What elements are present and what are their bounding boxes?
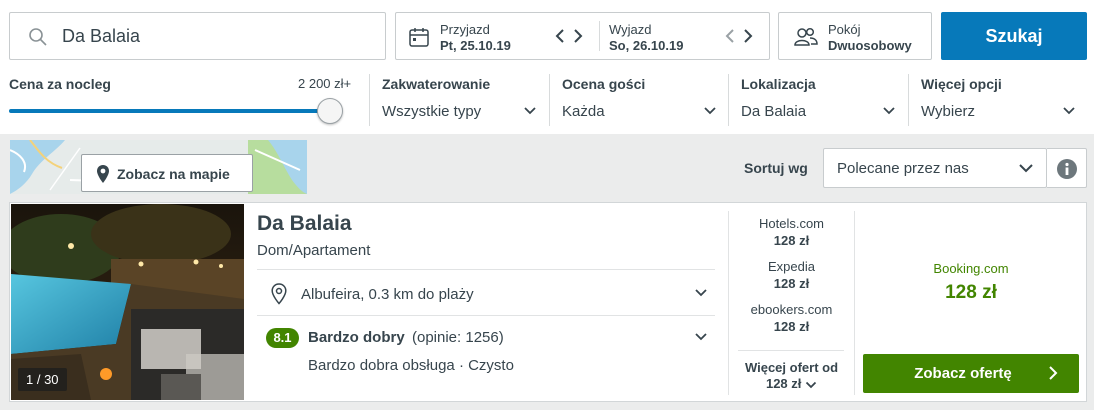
hotel-photo[interactable]: 1 / 30 [11, 204, 244, 400]
chevron-left-icon[interactable] [552, 27, 568, 45]
room-value: Dwuosobowy [828, 38, 912, 53]
hotel-location: Albufeira, 0.3 km do plaży [301, 286, 474, 303]
checkin-label: Przyjazd [440, 22, 490, 37]
divider [738, 350, 844, 351]
deal-price: 128 zł [773, 319, 810, 334]
view-on-map-button[interactable]: Zobacz na mapie [81, 154, 253, 192]
search-button[interactable]: Szukaj [941, 12, 1087, 60]
search-bar: Da Balaia Przyjazd Pt, 25.10.19 Wyjazd S… [0, 0, 1094, 70]
deal-price: 128 zł [773, 276, 810, 291]
chevron-down-icon [1018, 163, 1034, 173]
filter-value: Wszystkie typy [382, 103, 482, 120]
chevron-down-icon [523, 106, 537, 116]
chevron-down-icon [703, 106, 717, 116]
best-deal-provider: Booking.com [933, 261, 1009, 276]
location-pin-icon [271, 283, 287, 305]
price-filter-title: Cena za nocleg [9, 76, 111, 92]
deal-row[interactable]: ebookers.com 128 zł [729, 302, 854, 334]
chevron-right-icon [1047, 365, 1059, 381]
results-area: Zobacz na mapie Sortuj wg Polecane przez… [0, 134, 1094, 410]
filters-bar: Cena za nocleg 2 200 zł+ Zakwaterowanie … [0, 70, 1094, 134]
chevron-right-icon[interactable] [570, 27, 586, 45]
room-label: Pokój [828, 22, 861, 37]
checkout-date[interactable]: So, 26.10.19 [609, 38, 683, 53]
room-selector[interactable]: Pokój Dwuosobowy [778, 12, 932, 60]
filter-more-options[interactable]: Więcej opcji Wybierz [908, 74, 1088, 126]
date-divider [599, 21, 600, 51]
chevron-down-icon [805, 381, 817, 389]
deal-row[interactable]: Expedia 128 zł [729, 259, 854, 291]
hotel-card[interactable]: 1 / 30 Da Balaia Dom/Apartament Albufeir… [9, 202, 1087, 402]
chevron-down-icon [882, 106, 896, 116]
price-slider-track[interactable] [9, 109, 339, 113]
hotel-name[interactable]: Da Balaia [257, 212, 352, 236]
calendar-icon [408, 26, 430, 48]
chevron-left-icon[interactable] [722, 27, 738, 45]
view-deal-label: Zobacz ofertę [914, 365, 1012, 382]
rating-score-badge: 8.1 [266, 328, 299, 348]
more-offers-label: Więcej ofert od [744, 360, 839, 375]
filter-title: Zakwaterowanie [382, 76, 491, 92]
deal-provider: Expedia [768, 259, 815, 274]
sort-value: Polecane przez nas [837, 160, 969, 177]
filter-title: Ocena gości [562, 76, 646, 92]
deal-provider: Hotels.com [758, 216, 825, 231]
sort-label: Sortuj wg [744, 160, 808, 176]
map-pin-icon [96, 164, 110, 184]
more-offers-link[interactable]: Więcej ofert od 128 zł [729, 360, 854, 392]
filter-title: Lokalizacja [741, 76, 816, 92]
photo-counter: 1 / 30 [18, 368, 67, 391]
info-icon [1057, 159, 1077, 179]
rating-highlights: Bardzo dobra obsługa · Czysto [308, 357, 514, 374]
view-deal-button[interactable]: Zobacz ofertę [863, 354, 1079, 393]
price-slider-handle[interactable] [317, 98, 343, 124]
map-preview[interactable]: Zobacz na mapie [10, 140, 307, 194]
chevron-right-icon[interactable] [740, 27, 756, 45]
checkout-label: Wyjazd [609, 22, 652, 37]
destination-value: Da Balaia [62, 26, 141, 46]
deal-row[interactable]: Hotels.com 128 zł [729, 216, 854, 248]
deal-price: 128 zł [773, 233, 810, 248]
filter-accommodation[interactable]: Zakwaterowanie Wszystkie typy [369, 74, 549, 126]
best-deal-price: 128 zł [945, 282, 997, 303]
rating-review-count: (opinie: 1256) [412, 329, 504, 346]
filter-title: Więcej opcji [921, 76, 1002, 92]
price-max-label: 2 200 zł+ [298, 76, 352, 91]
deal-provider: ebookers.com [750, 302, 833, 317]
divider [257, 269, 715, 270]
filter-location[interactable]: Lokalizacja Da Balaia [728, 74, 908, 126]
more-offers-price: 128 zł [765, 376, 802, 391]
search-icon [28, 27, 48, 47]
rating-text: Bardzo dobry [308, 329, 405, 346]
view-on-map-label: Zobacz na mapie [117, 166, 230, 182]
date-picker[interactable]: Przyjazd Pt, 25.10.19 Wyjazd So, 26.10.1… [395, 12, 770, 60]
sort-info-button[interactable] [1047, 148, 1087, 188]
filter-value: Da Balaia [741, 103, 807, 120]
checkin-date[interactable]: Pt, 25.10.19 [440, 38, 511, 53]
chevron-down-icon [1062, 106, 1076, 116]
filter-rating[interactable]: Ocena gości Każda [549, 74, 729, 126]
filter-value: Wybierz [921, 103, 976, 120]
hotel-type: Dom/Apartament [257, 242, 371, 259]
divider [257, 315, 715, 316]
chevron-down-icon[interactable] [694, 288, 708, 298]
chevron-down-icon[interactable] [694, 332, 708, 342]
filter-value: Każda [562, 103, 605, 120]
destination-input[interactable]: Da Balaia [9, 12, 386, 60]
people-icon [793, 26, 819, 48]
sort-dropdown[interactable]: Polecane przez nas [823, 148, 1047, 188]
